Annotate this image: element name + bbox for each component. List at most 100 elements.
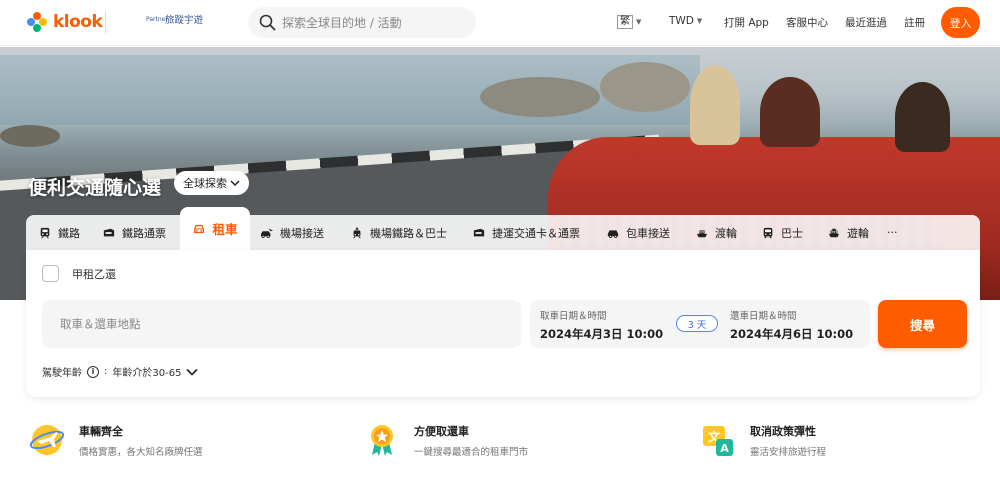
tab-airport-transfer[interactable]: 機場接送 — [260, 215, 324, 250]
date-range-picker[interactable]: 取車日期＆時間 2024年4月3日 10:00 3 天 還車日期＆時間 2024… — [530, 300, 870, 348]
language-selector[interactable]: 繁 ▼ — [617, 15, 641, 29]
nav-open-app-label: 打開 App — [724, 17, 769, 29]
nav-recently-viewed[interactable]: 最近逛過 — [845, 15, 887, 30]
pickup-date-value: 2024年4月3日 10:00 — [540, 327, 664, 341]
hero-title: 便利交通隨心選 — [28, 177, 162, 199]
tab-cruise[interactable]: 遊輪 — [827, 215, 869, 250]
search-icon — [259, 14, 276, 31]
top-header: klook Partner 旅蹤宇遊 繁 ▼ TWD ▼ 打開 App 客服中心… — [0, 0, 1000, 46]
global-explore-label: 全球探索 — [183, 178, 227, 190]
partner-badge: Partner — [146, 15, 168, 23]
login-button[interactable]: 登入 — [941, 7, 980, 38]
feature-desc: 價格實惠，各大知名廠牌任選 — [79, 447, 203, 458]
feature-title: 取消政策彈性 — [750, 425, 816, 438]
klook-logo[interactable]: klook — [26, 11, 103, 33]
tab-car-rental-label: 租車 — [212, 222, 238, 237]
nav-recently-viewed-label: 最近逛過 — [845, 17, 887, 29]
feature-vehicles-text: 車輛齊全 價格實惠，各大知名廠牌任選 — [79, 422, 203, 458]
feature-pickup-text: 方便取還車 一鍵搜尋最適合的租車門市 — [414, 422, 528, 458]
search-button[interactable]: 搜尋 — [878, 300, 967, 348]
tab-rail-label: 鐵路 — [58, 226, 80, 240]
logo-text: klook — [53, 12, 103, 32]
different-return-checkbox[interactable] — [42, 265, 59, 282]
info-icon[interactable]: i — [87, 365, 99, 378]
tab-car-rental[interactable]: 租車 — [180, 207, 250, 250]
nav-customer-service[interactable]: 客服中心 — [786, 15, 828, 30]
pickup-date[interactable]: 取車日期＆時間 2024年4月3日 10:00 — [540, 308, 663, 342]
return-date-value: 2024年4月6日 10:00 — [730, 327, 854, 341]
tab-bus[interactable]: 巴士 — [761, 215, 803, 250]
booking-panel: 甲租乙還 取車日期＆時間 2024年4月3日 10:00 3 天 還車日期＆時間… — [26, 250, 980, 397]
klook-logo-icon — [27, 12, 47, 32]
currency-label: TWD — [669, 15, 694, 27]
different-return-label: 甲租乙還 — [72, 267, 116, 281]
different-return-option[interactable]: 甲租乙還 — [42, 265, 116, 282]
feature-vehicles: 車輛齊全 價格實惠，各大知名廠牌任選 — [29, 422, 203, 458]
pickup-date-label: 取車日期＆時間 — [540, 311, 607, 322]
return-date[interactable]: 還車日期＆時間 2024年4月6日 10:00 — [730, 308, 853, 342]
nav-open-app[interactable]: 打開 App — [724, 15, 769, 30]
feature-title: 方便取還車 — [414, 425, 469, 438]
currency-selector[interactable]: TWD ▼ — [669, 15, 702, 27]
airport-transfer-icon — [261, 228, 273, 238]
return-date-label: 還車日期＆時間 — [730, 311, 797, 322]
driver-age-label: 駕駛年齡 — [42, 368, 82, 379]
tab-transit-card-label: 捷運交通卡＆通票 — [492, 226, 580, 240]
tab-private-car[interactable]: 包車接送 — [606, 215, 670, 250]
nav-customer-service-label: 客服中心 — [786, 17, 828, 29]
transport-tabs: 鐵路 鐵路通票 租車 機場接送 機場鐵路＆巴士 捷運交通卡＆通票 包車接送 渡輪… — [26, 207, 980, 250]
hero-rock — [0, 125, 60, 147]
hero-rock — [480, 77, 600, 117]
tab-cruise-label: 遊輪 — [847, 226, 869, 240]
tab-bus-label: 巴士 — [781, 226, 803, 240]
translate-icon: 文 A — [703, 426, 733, 456]
feature-cancellation-text: 取消政策彈性 靈活安排旅遊行程 — [750, 422, 826, 458]
feature-desc: 一鍵搜尋最適合的租車門市 — [414, 447, 529, 458]
feature-desc: 靈活安排旅遊行程 — [750, 447, 827, 458]
search-bar[interactable] — [248, 7, 476, 38]
tab-ferry[interactable]: 渡輪 — [695, 215, 737, 250]
language-label: 繁 — [617, 15, 633, 29]
airplane-globe-icon — [29, 425, 65, 455]
tab-ferry-label: 渡輪 — [715, 226, 737, 240]
tab-transit-card[interactable]: 捷運交通卡＆通票 — [472, 215, 580, 250]
tab-more[interactable]: ··· — [887, 215, 898, 250]
feature-cancellation: 文 A 取消政策彈性 靈活安排旅遊行程 — [700, 422, 826, 458]
search-input[interactable] — [282, 15, 462, 30]
medal-icon — [371, 425, 393, 456]
train-icon — [40, 227, 50, 238]
nav-register[interactable]: 註冊 — [904, 15, 925, 30]
location-input[interactable] — [60, 317, 500, 331]
duration-badge: 3 天 — [676, 315, 718, 332]
tab-rail[interactable]: 鐵路 — [38, 215, 80, 250]
driver-age-value: 年齡介於30-65 — [112, 368, 182, 379]
airport-rail-bus-icon — [353, 226, 361, 238]
chevron-down-icon: ▼ — [636, 18, 642, 26]
car-icon — [194, 224, 205, 233]
driver-age-colon: : — [104, 366, 108, 377]
hero-person — [760, 77, 820, 147]
chevron-down-icon — [230, 179, 240, 186]
tab-airport-transfer-label: 機場接送 — [280, 226, 324, 240]
hero-person — [690, 65, 740, 145]
feature-pickup: 方便取還車 一鍵搜尋最適合的租車門市 — [364, 422, 528, 458]
driver-age-selector[interactable]: 駕駛年齡 i : 年齡介於30-65 — [42, 364, 199, 379]
tab-private-car-label: 包車接送 — [626, 226, 670, 240]
nav-register-label: 註冊 — [904, 17, 925, 29]
tab-airport-rail-bus-label: 機場鐵路＆巴士 — [370, 226, 447, 240]
tab-rail-pass[interactable]: 鐵路通票 — [102, 215, 166, 250]
chevron-down-icon — [186, 368, 199, 376]
ferry-icon — [696, 229, 708, 237]
private-car-icon — [607, 229, 619, 238]
hero-rock — [600, 62, 690, 112]
global-explore-button[interactable]: 全球探索 — [174, 171, 249, 195]
rail-pass-icon — [103, 228, 115, 236]
transit-card-icon — [473, 228, 485, 236]
cruise-icon — [828, 228, 840, 237]
tab-airport-rail-bus[interactable]: 機場鐵路＆巴士 — [350, 215, 447, 250]
partner-logo[interactable]: Partner 旅蹤宇遊 — [146, 12, 203, 26]
location-field[interactable] — [42, 300, 521, 348]
partner-name: 旅蹤宇遊 — [165, 15, 204, 26]
svg-text:A: A — [720, 442, 729, 455]
more-icon: ··· — [887, 226, 898, 239]
